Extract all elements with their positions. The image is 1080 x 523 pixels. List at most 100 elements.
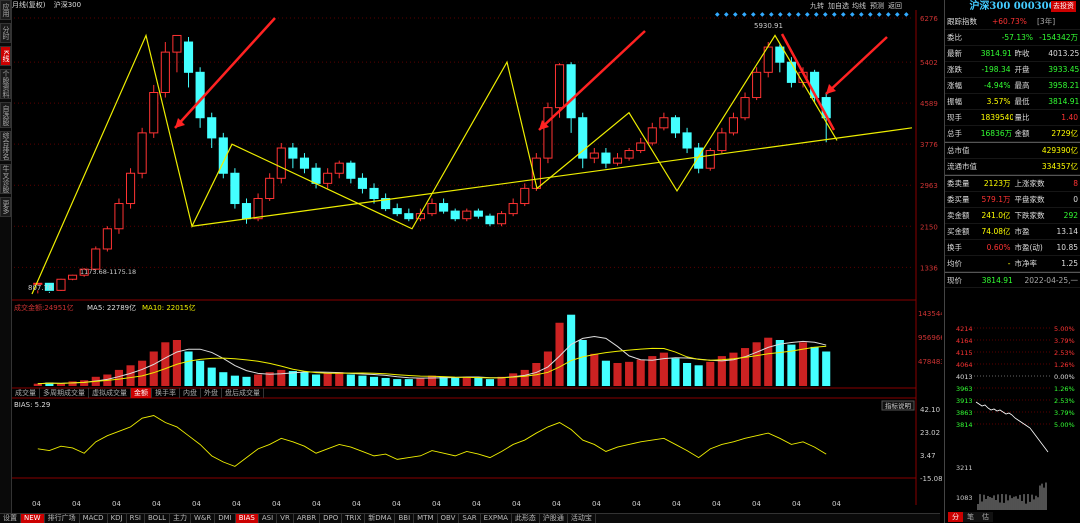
volume-tab-5[interactable]: 内盘 [180,388,201,398]
indicator-tab-3[interactable]: MACD [80,514,108,523]
volume-bar [335,372,344,386]
volume-bar [242,376,251,386]
x-tick-label: 04 [392,500,401,508]
diamond-marker: ◆ [823,11,828,18]
panel-title-text: 沪深300 000300 [969,1,1056,12]
candle-body [554,64,565,109]
left-tab-5[interactable]: 综合排名 [0,131,11,161]
left-sidebar: 应用 分时图 K线图 个股资料 自选股 综合排名 牛叉诊股 更多 [0,0,12,523]
indicator-tab-10[interactable]: BIAS [235,514,259,523]
left-tab-1[interactable]: 分时图 [0,23,11,43]
x-tick-label: 04 [312,500,321,508]
volume-bar [254,374,263,386]
volume-bar [578,340,587,386]
volume-tab-7[interactable]: 盘后成交量 [222,388,264,398]
volume-tab-4[interactable]: 换手率 [152,388,180,398]
mini-tab-2[interactable]: 估 [978,512,993,522]
volume-bar [590,353,599,386]
indicator-tab-4[interactable]: KDJ [108,514,127,523]
mini-pct-label: 5.00% [1054,325,1075,333]
intraday-mini-chart: 4214 5.00% 4164 3.79% 4115 2.53% 4064 1.26% 4013… [956,325,1075,510]
indicator-tab-0[interactable]: 设置 [0,514,21,523]
mini-price-label: 4115 [956,349,973,357]
mini-tab-0[interactable]: 分 [948,512,963,522]
candle-body [485,215,495,225]
quote-row-1: 最新 3814.91 昨收 4013.25 [945,46,1080,62]
indicator-tab-5[interactable]: RSI [127,514,145,523]
indicator-tab-23[interactable]: 沪股通 [540,514,568,523]
indicator-tab-19[interactable]: OBV [438,514,460,523]
price-tick-label: 1336 [920,264,938,272]
indicator-tab-24[interactable]: 活动宝 [568,514,596,523]
candle-body [183,41,194,73]
volume-bar [427,375,437,386]
mini-tabs: 分笔估 [948,512,993,522]
volume-tab-6[interactable]: 外盘 [201,388,222,398]
diamond-marker: ◆ [904,11,909,18]
left-tab-4[interactable]: 自选股 [0,102,11,128]
candle-body [230,172,240,205]
invest-button[interactable]: 去投资 [1051,1,1076,12]
volume-bar [451,377,460,386]
indicator-tab-14[interactable]: DPO [320,514,343,523]
x-tick-label: 04 [432,500,441,508]
indicator-tab-22[interactable]: 此形态 [512,514,540,523]
quote-row-2-cell: 3933.45 [1048,65,1080,74]
volume-bar [416,377,425,386]
candle-body [497,213,507,225]
indicator-tab-6[interactable]: BOLL [145,514,170,523]
volume-tab-0[interactable]: 成交量 [12,388,40,398]
volume-tab-3[interactable]: 金额 [131,388,152,398]
volume-tab-2[interactable]: 虚拟成交量 [89,388,131,398]
left-tab-2[interactable]: K线图 [0,46,11,66]
candle-body [717,132,727,152]
quote-row-4-cell: 3.57% [986,97,1011,106]
market-row-1-cell: 流通市值 [947,162,977,171]
indicator-tab-11[interactable]: ASI [259,514,278,523]
candle-body [682,132,692,149]
candle-body [195,71,205,119]
volume-tab-1[interactable]: 多周期成交量 [40,388,89,398]
quote-row-1-cell: 昨收 [1014,49,1030,58]
indicator-tab-21[interactable]: EXPMA [481,514,512,523]
indicator-tab-17[interactable]: BBI [395,514,415,523]
stats-row-3-cell: 市盈 [1014,227,1030,236]
bias-line [37,415,827,467]
left-tab-7[interactable]: 更多 [0,197,11,217]
x-tick-label: 04 [512,500,521,508]
indicator-tab-9[interactable]: DMI [215,514,236,523]
indicator-tab-15[interactable]: TRIX [342,514,366,523]
left-tab-3[interactable]: 个股资料 [0,69,11,99]
price-tick-label: 2963 [920,182,938,190]
indicator-tab-16[interactable]: 新DMA [365,514,396,523]
mini-tab-1[interactable]: 笔 [963,512,978,522]
indicator-tab-7[interactable]: 主力 [170,514,191,523]
mini-pct-label: 2.53% [1054,397,1075,405]
left-tab-0[interactable]: 应用 [0,0,11,20]
bias-help-link: 指标说明 [885,401,912,410]
volume-bar [138,360,147,386]
volume-bar [149,351,158,386]
volume-bar [196,360,205,386]
indicator-tab-13[interactable]: ARBR [294,514,321,523]
stats-row-0-cell: 上涨家数 [1014,179,1045,188]
candle-body [288,147,298,159]
indicator-tab-18[interactable]: MTM [414,514,438,523]
indicator-tab-1[interactable]: NEW [21,514,45,523]
x-tick-label: 04 [352,500,361,508]
volume-bar [358,375,367,386]
indicator-tab-2[interactable]: 排行广场 [45,514,80,523]
candle-body [392,208,402,215]
indicator-tab-8[interactable]: W&R [191,514,216,523]
diamond-marker: ◆ [751,11,756,18]
stats-row-4-cell: 换手 [947,243,962,252]
stats-row-1-cell: 0 [1073,195,1078,204]
indicator-tab-12[interactable]: VR [277,514,294,523]
volume-bar [625,361,634,386]
left-tab-6[interactable]: 牛叉诊股 [0,164,11,194]
quote-row-1-cell: 4013.25 [1048,49,1080,58]
diamond-marker: ◆ [877,11,882,18]
candle-body [612,157,623,164]
indicator-tab-20[interactable]: SAR [459,514,481,523]
diamond-marker: ◆ [886,11,891,18]
